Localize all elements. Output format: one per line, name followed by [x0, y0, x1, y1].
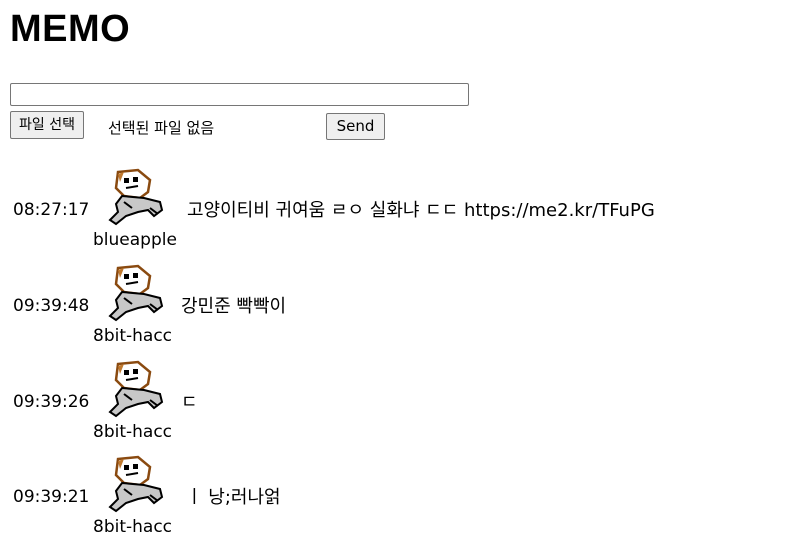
message-item: 09:39:48 강민준 빡빡이 8bit-hacc [0, 264, 787, 360]
message-user: 8bit-hacc [93, 517, 173, 537]
message-text: 강민준 빡빡이 [181, 296, 287, 317]
avatar-icon [108, 264, 164, 322]
message-user: 8bit-hacc [93, 326, 173, 346]
message-user: blueapple [93, 230, 177, 250]
message-item: 09:39:21 ㅣ 낭;러나얽 8bit-hacc [0, 455, 787, 549]
send-button[interactable]: Send [326, 113, 385, 140]
message-text: ㅣ 낭;러나얽 [186, 487, 281, 508]
memo-input[interactable] [10, 83, 469, 106]
avatar-icon [108, 168, 164, 226]
page-title: MEMO [10, 8, 131, 50]
avatar-icon [108, 360, 164, 418]
memo-page: MEMO 파일 선택 선택된 파일 없음 Send 08:27:17 고양이티비… [0, 0, 787, 549]
message-text: ㄷ [181, 392, 198, 413]
file-select-button[interactable]: 파일 선택 [10, 111, 84, 139]
message-time: 08:27:17 [13, 200, 90, 220]
message-item: 08:27:17 고양이티비 귀여움 ㄹㅇ 실화냐 ㄷㄷ https://me2… [0, 168, 787, 264]
avatar-icon [108, 455, 164, 513]
message-user: 8bit-hacc [93, 422, 173, 442]
message-time: 09:39:26 [13, 392, 90, 412]
message-text: 고양이티비 귀여움 ㄹㅇ 실화냐 ㄷㄷ https://me2.kr/TFuPG [187, 200, 655, 221]
message-time: 09:39:48 [13, 296, 90, 316]
file-status-text: 선택된 파일 없음 [108, 119, 215, 137]
message-item: 09:39:26 ㄷ 8bit-hacc [0, 360, 787, 456]
message-time: 09:39:21 [13, 487, 90, 507]
